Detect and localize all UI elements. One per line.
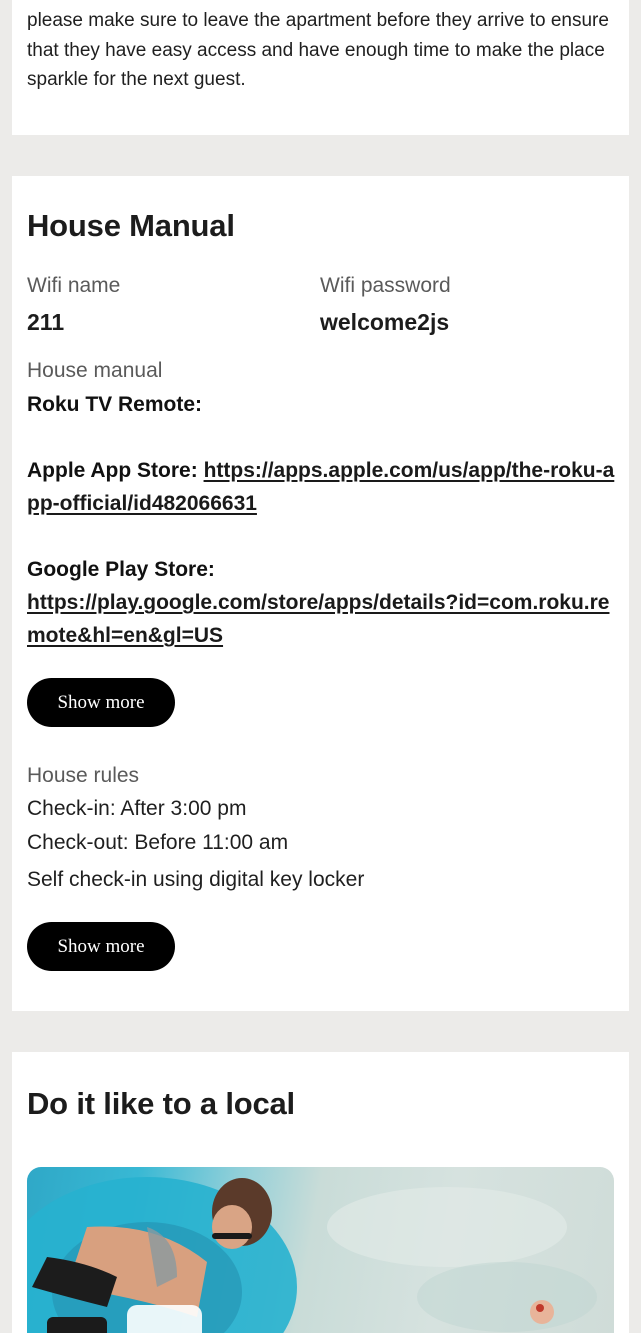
apple-store-label: Apple App Store: xyxy=(27,459,198,482)
show-more-rules-button[interactable]: Show more xyxy=(27,922,175,971)
section-title-house-manual: House Manual xyxy=(27,208,235,243)
house-rules-label: House rules xyxy=(27,764,140,787)
rule-check-in: Check-in: After 3:00 pm xyxy=(27,797,247,820)
house-manual-label: House manual xyxy=(27,359,163,382)
house-manual-content: Roku TV Remote: Apple App Store: https:/… xyxy=(27,388,617,652)
section-title-local: Do it like to a local xyxy=(27,1086,295,1121)
wifi-name-value: 211 xyxy=(27,309,65,335)
google-store-link[interactable]: https://play.google.com/store/apps/detai… xyxy=(27,591,609,647)
wifi-name-label: Wifi name xyxy=(27,274,121,297)
local-card: Do it like to a local xyxy=(12,1052,629,1333)
show-more-manual-button[interactable]: Show more xyxy=(27,678,175,727)
rule-self-check-in: Self check-in using digital key locker xyxy=(27,868,365,891)
wifi-password-value: welcome2js xyxy=(320,309,450,335)
local-photo-image[interactable] xyxy=(27,1167,614,1333)
intro-card: please make sure to leave the apartment … xyxy=(12,0,629,135)
wifi-password-label: Wifi password xyxy=(320,274,451,297)
roku-heading: Roku TV Remote: xyxy=(27,393,203,416)
google-store-label: Google Play Store: xyxy=(27,558,215,581)
rule-check-out: Check-out: Before 11:00 am xyxy=(27,831,289,854)
house-manual-card: House Manual Wifi name 211 Wifi password… xyxy=(12,176,629,1011)
intro-text: please make sure to leave the apartment … xyxy=(27,10,609,90)
pool-photo-illustration xyxy=(27,1177,597,1333)
